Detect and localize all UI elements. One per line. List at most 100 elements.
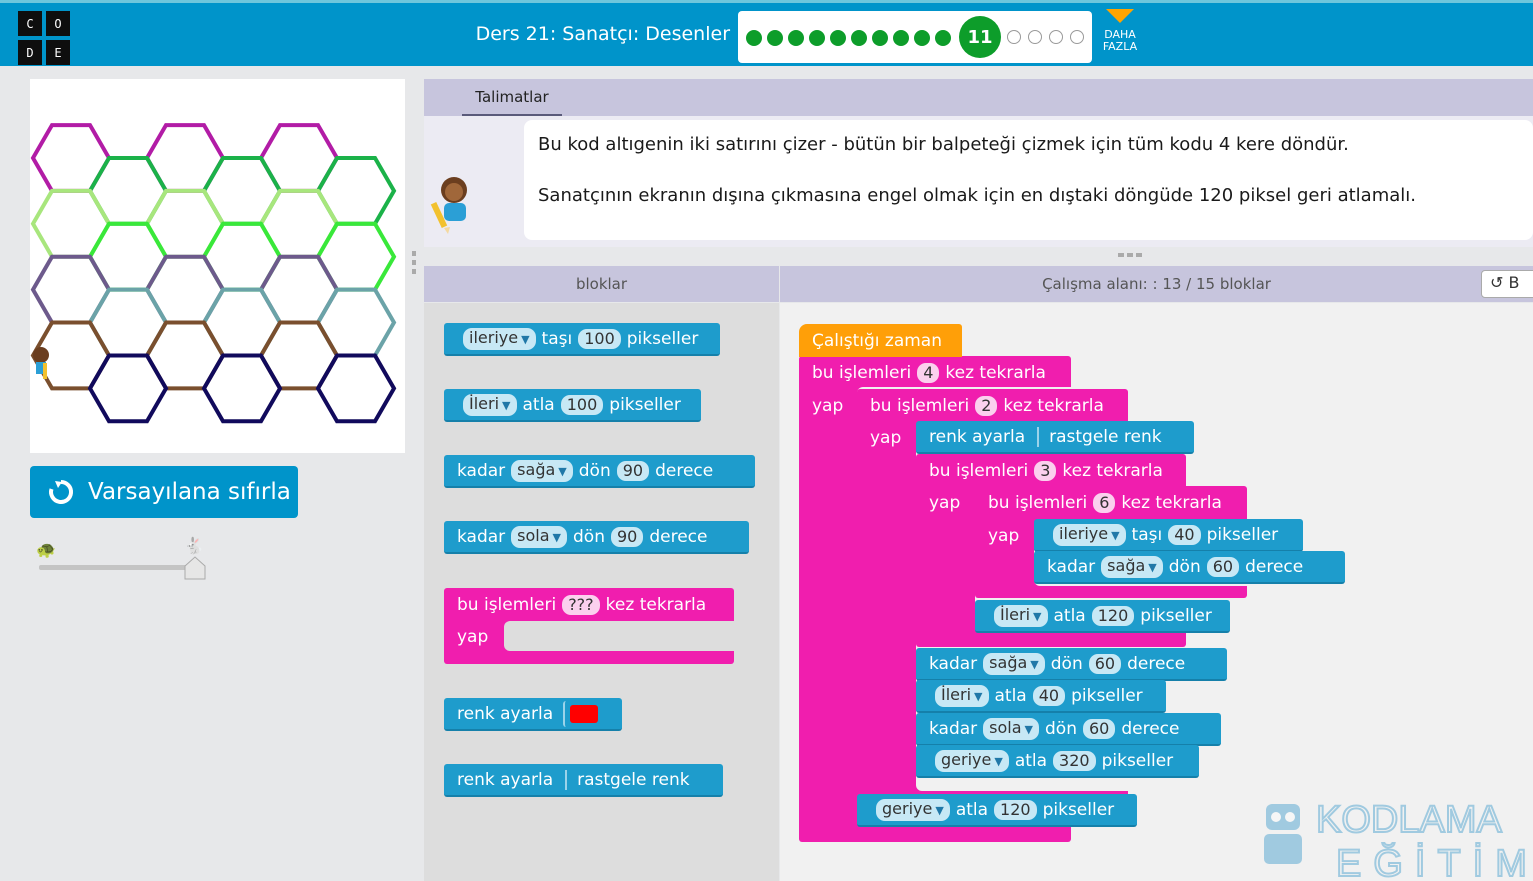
direction-dropdown[interactable]: sola ▼: [983, 717, 1040, 740]
turn-right-block[interactable]: kadar sağa ▼ dön 60 derece: [916, 648, 1227, 681]
level-dot-completed[interactable]: [935, 30, 951, 46]
hexagon: [87, 353, 169, 424]
number-field[interactable]: 6: [1093, 492, 1116, 513]
level-dot-completed[interactable]: [746, 30, 762, 46]
level-dot-completed[interactable]: [851, 30, 867, 46]
level-dot-empty[interactable]: [1007, 30, 1021, 44]
number-field[interactable]: 120: [994, 799, 1037, 820]
set-random-color-block[interactable]: renk ayarla rastgele renk: [916, 421, 1194, 454]
block-text: pikseller: [1206, 524, 1279, 545]
number-field[interactable]: 120: [1091, 605, 1135, 626]
level-dot-empty[interactable]: [1049, 30, 1063, 44]
level-dot-completed[interactable]: [767, 30, 783, 46]
repeat-header-3[interactable]: bu işlemleri 3 kez tekrarla: [916, 454, 1186, 487]
direction-dropdown[interactable]: sola ▼: [511, 525, 568, 548]
when-run-block[interactable]: Çalıştığı zaman: [799, 324, 962, 357]
level-dot-completed[interactable]: [914, 30, 930, 46]
jump-backward-block[interactable]: geriye ▼ atla 320 pikseller: [916, 745, 1199, 778]
direction-dropdown[interactable]: ileriye ▼: [1053, 523, 1126, 546]
block-text: derece: [655, 460, 714, 481]
direction-dropdown[interactable]: ileriye ▼: [463, 327, 536, 350]
set-random-color-block[interactable]: renk ayarla rastgele renk: [444, 764, 723, 797]
turtle-icon: 🐢: [36, 540, 56, 559]
block-text: kadar: [929, 653, 978, 674]
number-field[interactable]: 3: [1034, 460, 1057, 481]
code-logo[interactable]: C O D E: [18, 11, 72, 65]
block-text: dön: [573, 526, 605, 547]
jump-backward-block[interactable]: geriye ▼ atla 120 pikseller: [857, 794, 1137, 827]
dropdown-value: sağa: [989, 652, 1028, 672]
more-menu[interactable]: DAHA FAZLA: [1097, 9, 1143, 53]
number-field[interactable]: 60: [1206, 556, 1240, 577]
turn-left-block[interactable]: kadar sola ▼ dön 60 derece: [916, 713, 1221, 746]
number-field[interactable]: 40: [1032, 685, 1066, 706]
number-field[interactable]: 90: [616, 460, 650, 481]
level-dot-empty[interactable]: [1028, 30, 1042, 44]
move-forward-block[interactable]: ileriye ▼ taşı 40 pikseller: [1034, 519, 1303, 552]
level-dot-completed[interactable]: [788, 30, 804, 46]
jump-forward-block[interactable]: İleri ▼ atla 100 pikseller: [444, 389, 701, 422]
tab-instructions[interactable]: Talimatlar: [462, 79, 562, 116]
number-field[interactable]: 100: [560, 394, 604, 415]
workspace: Çalıştığı zaman bu işlemleri 4 kez tekra…: [780, 303, 1533, 881]
direction-dropdown[interactable]: geriye ▼: [876, 798, 950, 821]
resize-grip-icon[interactable]: [1118, 252, 1142, 258]
number-field[interactable]: 4: [917, 362, 940, 383]
speed-slider[interactable]: 🐢 🐇: [36, 532, 216, 582]
direction-dropdown[interactable]: sağa ▼: [983, 652, 1045, 675]
number-field[interactable]: 320: [1053, 750, 1096, 771]
level-dot-completed[interactable]: [830, 30, 846, 46]
artist-avatar-icon: [430, 177, 467, 234]
chevron-down-icon: ▼: [552, 530, 562, 544]
direction-dropdown[interactable]: İleri ▼: [935, 684, 989, 707]
direction-dropdown[interactable]: sağa ▼: [1101, 555, 1163, 578]
block-text: dön: [1045, 718, 1077, 739]
set-color-block[interactable]: renk ayarla: [444, 698, 622, 731]
jump-forward-block[interactable]: İleri ▼ atla 40 pikseller: [916, 680, 1166, 713]
block-text: bu işlemleri: [870, 395, 970, 416]
number-field[interactable]: 40: [1168, 524, 1201, 545]
turn-right-block[interactable]: kadar sağa ▼ dön 90 derece: [444, 455, 755, 488]
logo-letter: E: [46, 40, 70, 65]
chevron-down-icon: ▼: [935, 803, 944, 817]
dropdown-value: ileriye: [1059, 523, 1109, 543]
direction-dropdown[interactable]: İleri ▼: [994, 604, 1048, 627]
level-dot-completed[interactable]: [893, 30, 909, 46]
direction-dropdown[interactable]: geriye ▼: [935, 749, 1009, 772]
number-field[interactable]: ???: [562, 594, 600, 615]
block-text: kez tekrarla: [1121, 492, 1222, 513]
level-dot-completed[interactable]: [809, 30, 825, 46]
instructions-tabs: Talimatlar: [424, 79, 1533, 116]
current-level-indicator[interactable]: 11: [959, 16, 1001, 58]
watermark-line1: KODLAMA: [1316, 799, 1502, 841]
undo-button[interactable]: ↺ B: [1481, 270, 1533, 298]
repeat-header-4[interactable]: bu işlemleri 6 kez tekrarla: [975, 486, 1247, 519]
vertical-resize-grip-icon[interactable]: [410, 250, 418, 276]
chevron-down-icon: ▼: [1024, 722, 1034, 736]
level-dot-empty[interactable]: [1070, 30, 1084, 44]
direction-dropdown[interactable]: sağa ▼: [511, 459, 573, 482]
slider-handle[interactable]: [184, 556, 206, 580]
block-text: kez tekrarla: [1062, 460, 1163, 481]
number-field[interactable]: 60: [1082, 718, 1116, 739]
random-color-value[interactable]: rastgele renk: [1037, 426, 1162, 447]
number-field[interactable]: 90: [610, 526, 644, 547]
random-color-value[interactable]: rastgele renk: [565, 769, 690, 790]
number-field[interactable]: 2: [975, 395, 998, 416]
turn-right-block[interactable]: kadar sağa ▼ dön 60 derece: [1034, 551, 1345, 584]
move-forward-block[interactable]: ileriye ▼ taşı 100 pikseller: [444, 323, 720, 356]
do-label: yap: [988, 525, 1020, 546]
reset-button[interactable]: Varsayılana sıfırla: [30, 466, 298, 518]
repeat-header-2[interactable]: bu işlemleri 2 kez tekrarla: [857, 389, 1128, 422]
honeycomb-drawing: [30, 123, 397, 424]
repeat-header-outer[interactable]: bu işlemleri 4 kez tekrarla: [799, 356, 1071, 389]
color-picker[interactable]: [563, 700, 604, 727]
number-field[interactable]: 60: [1088, 653, 1122, 674]
number-field[interactable]: 100: [578, 328, 621, 349]
jump-forward-block[interactable]: İleri ▼ atla 120 pikseller: [975, 600, 1230, 633]
block-text: pikseller: [1071, 685, 1143, 706]
direction-dropdown[interactable]: İleri ▼: [463, 393, 517, 416]
slider-track[interactable]: [39, 565, 194, 570]
level-dot-completed[interactable]: [872, 30, 888, 46]
turn-left-block[interactable]: kadar sola ▼ dön 90 derece: [444, 521, 749, 554]
